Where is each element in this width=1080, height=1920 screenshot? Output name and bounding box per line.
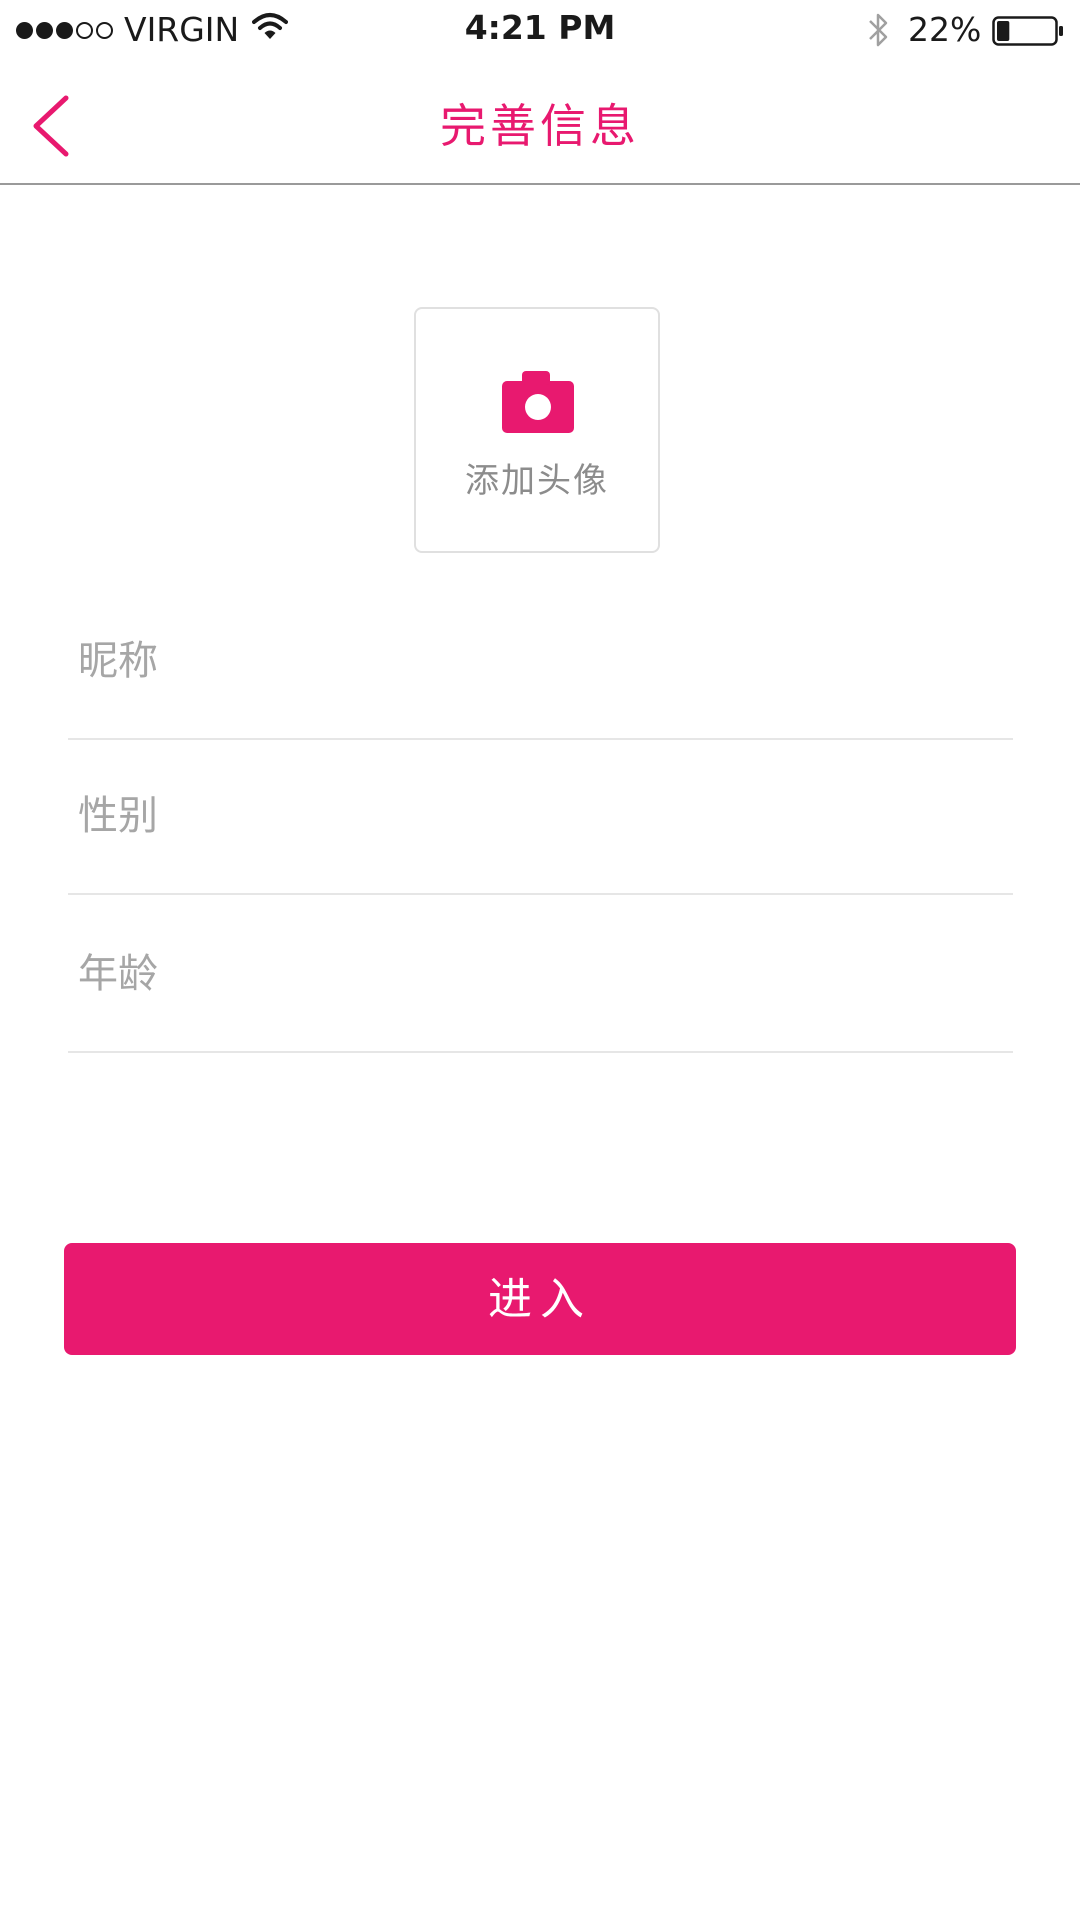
battery-percent: 22% — [908, 10, 982, 49]
navigation-bar: 完善信息 — [0, 60, 1080, 185]
bluetooth-icon — [866, 10, 892, 54]
enter-button[interactable]: 进入 — [64, 1243, 1016, 1355]
status-bar: VIRGIN 4:21 PM 22% — [0, 0, 1080, 60]
gender-input[interactable] — [76, 755, 1000, 877]
add-avatar-button[interactable]: 添加头像 — [414, 307, 660, 553]
camera-icon — [502, 371, 574, 437]
nickname-field — [68, 600, 1013, 740]
nickname-input[interactable] — [76, 600, 1000, 722]
page-title: 完善信息 — [440, 99, 640, 153]
battery-icon — [992, 15, 1064, 51]
age-field — [68, 913, 1013, 1053]
complete-profile-screen: VIRGIN 4:21 PM 22% 完善信息 添加头像 昵称 性别 年龄 进入 — [0, 0, 1080, 1920]
add-avatar-label: 添加头像 — [465, 461, 609, 501]
age-input[interactable] — [76, 913, 1000, 1035]
gender-field — [68, 755, 1013, 895]
